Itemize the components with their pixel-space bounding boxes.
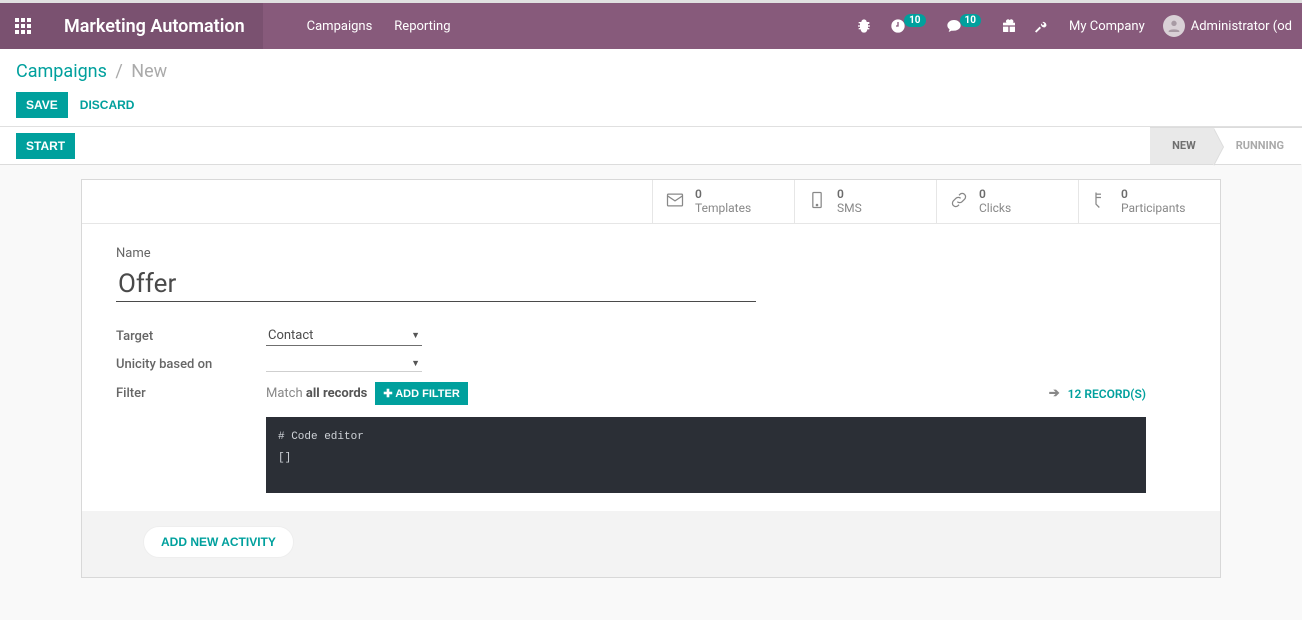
breadcrumb: Campaigns / New <box>16 61 1286 82</box>
stat-participants-label: Participants <box>1121 202 1185 216</box>
match-text: Match all records <box>266 386 367 401</box>
stat-participants[interactable]: 0 Participants <box>1078 180 1220 223</box>
stat-clicks-count: 0 <box>979 188 1011 202</box>
caret-down-icon: ▼ <box>411 358 420 369</box>
debug-icon[interactable] <box>856 18 872 34</box>
stat-participants-count: 0 <box>1121 188 1185 202</box>
apps-button[interactable] <box>0 3 46 49</box>
envelope-icon <box>665 190 685 214</box>
participants-icon <box>1091 190 1111 214</box>
records-link[interactable]: ➔ 12 RECORD(S) <box>1049 386 1186 401</box>
stat-row: 0 Templates 0 SMS 0 Clicks <box>82 180 1220 224</box>
mobile-icon <box>807 190 827 214</box>
plus-icon: ✚ <box>383 388 395 400</box>
stage-pills: NEW RUNNING <box>1150 127 1302 165</box>
breadcrumb-campaigns[interactable]: Campaigns <box>16 61 107 82</box>
stat-sms[interactable]: 0 SMS <box>794 180 936 223</box>
name-input[interactable] <box>116 267 756 302</box>
app-title: Marketing Automation <box>46 3 263 49</box>
link-icon <box>949 190 969 214</box>
tools-icon[interactable] <box>1035 18 1051 34</box>
stat-templates-count: 0 <box>695 188 751 202</box>
messages-icon[interactable]: 10 <box>946 18 983 34</box>
stage-new[interactable]: NEW <box>1150 127 1214 165</box>
navbar-right: 10 10 My Company Administrator (od <box>856 15 1302 37</box>
breadcrumb-current: New <box>131 61 167 82</box>
avatar-icon <box>1163 15 1185 37</box>
target-value: Contact <box>268 328 313 343</box>
discard-button[interactable]: DISCARD <box>80 98 135 112</box>
messages-badge: 10 <box>960 14 981 27</box>
form-sheet: 0 Templates 0 SMS 0 Clicks <box>81 179 1221 578</box>
stage-running[interactable]: RUNNING <box>1214 127 1302 165</box>
add-activity-button[interactable]: ADD NEW ACTIVITY <box>144 527 293 557</box>
stat-clicks[interactable]: 0 Clicks <box>936 180 1078 223</box>
activities-icon[interactable]: 10 <box>890 18 927 34</box>
nav-campaigns[interactable]: Campaigns <box>307 19 373 34</box>
add-filter-button[interactable]: ✚ ADD FILTER <box>375 382 467 405</box>
target-select[interactable]: Contact ▼ <box>266 326 422 346</box>
nav-menu: Campaigns Reporting <box>263 19 451 34</box>
save-button[interactable]: SAVE <box>16 92 68 118</box>
caret-down-icon: ▼ <box>411 330 420 341</box>
breadcrumb-sep: / <box>115 61 122 82</box>
navbar: Marketing Automation Campaigns Reporting… <box>0 3 1302 49</box>
arrow-right-icon: ➔ <box>1049 386 1060 401</box>
records-text: 12 RECORD(S) <box>1068 387 1146 401</box>
company-name[interactable]: My Company <box>1069 19 1145 34</box>
filter-label: Filter <box>116 382 266 401</box>
nav-reporting[interactable]: Reporting <box>394 19 450 34</box>
footer-strip: ADD NEW ACTIVITY <box>82 511 1220 577</box>
user-menu[interactable]: Administrator (od <box>1163 15 1292 37</box>
target-label: Target <box>116 329 266 344</box>
unicity-select[interactable]: ▼ <box>266 356 422 372</box>
status-bar: START NEW RUNNING <box>0 127 1302 165</box>
control-panel: Campaigns / New SAVE DISCARD <box>0 49 1302 127</box>
unicity-label: Unicity based on <box>116 357 266 372</box>
start-button[interactable]: START <box>16 133 75 159</box>
code-editor[interactable]: # Code editor [] <box>266 417 1146 493</box>
name-label: Name <box>116 246 1186 261</box>
stat-templates[interactable]: 0 Templates <box>652 180 794 223</box>
gift-icon[interactable] <box>1001 18 1017 34</box>
stat-sms-label: SMS <box>837 202 862 216</box>
stat-sms-count: 0 <box>837 188 862 202</box>
user-name: Administrator (od <box>1191 19 1292 34</box>
apps-grid-icon <box>15 18 31 34</box>
activities-badge: 10 <box>904 14 925 27</box>
stat-clicks-label: Clicks <box>979 202 1011 216</box>
stat-templates-label: Templates <box>695 202 751 216</box>
